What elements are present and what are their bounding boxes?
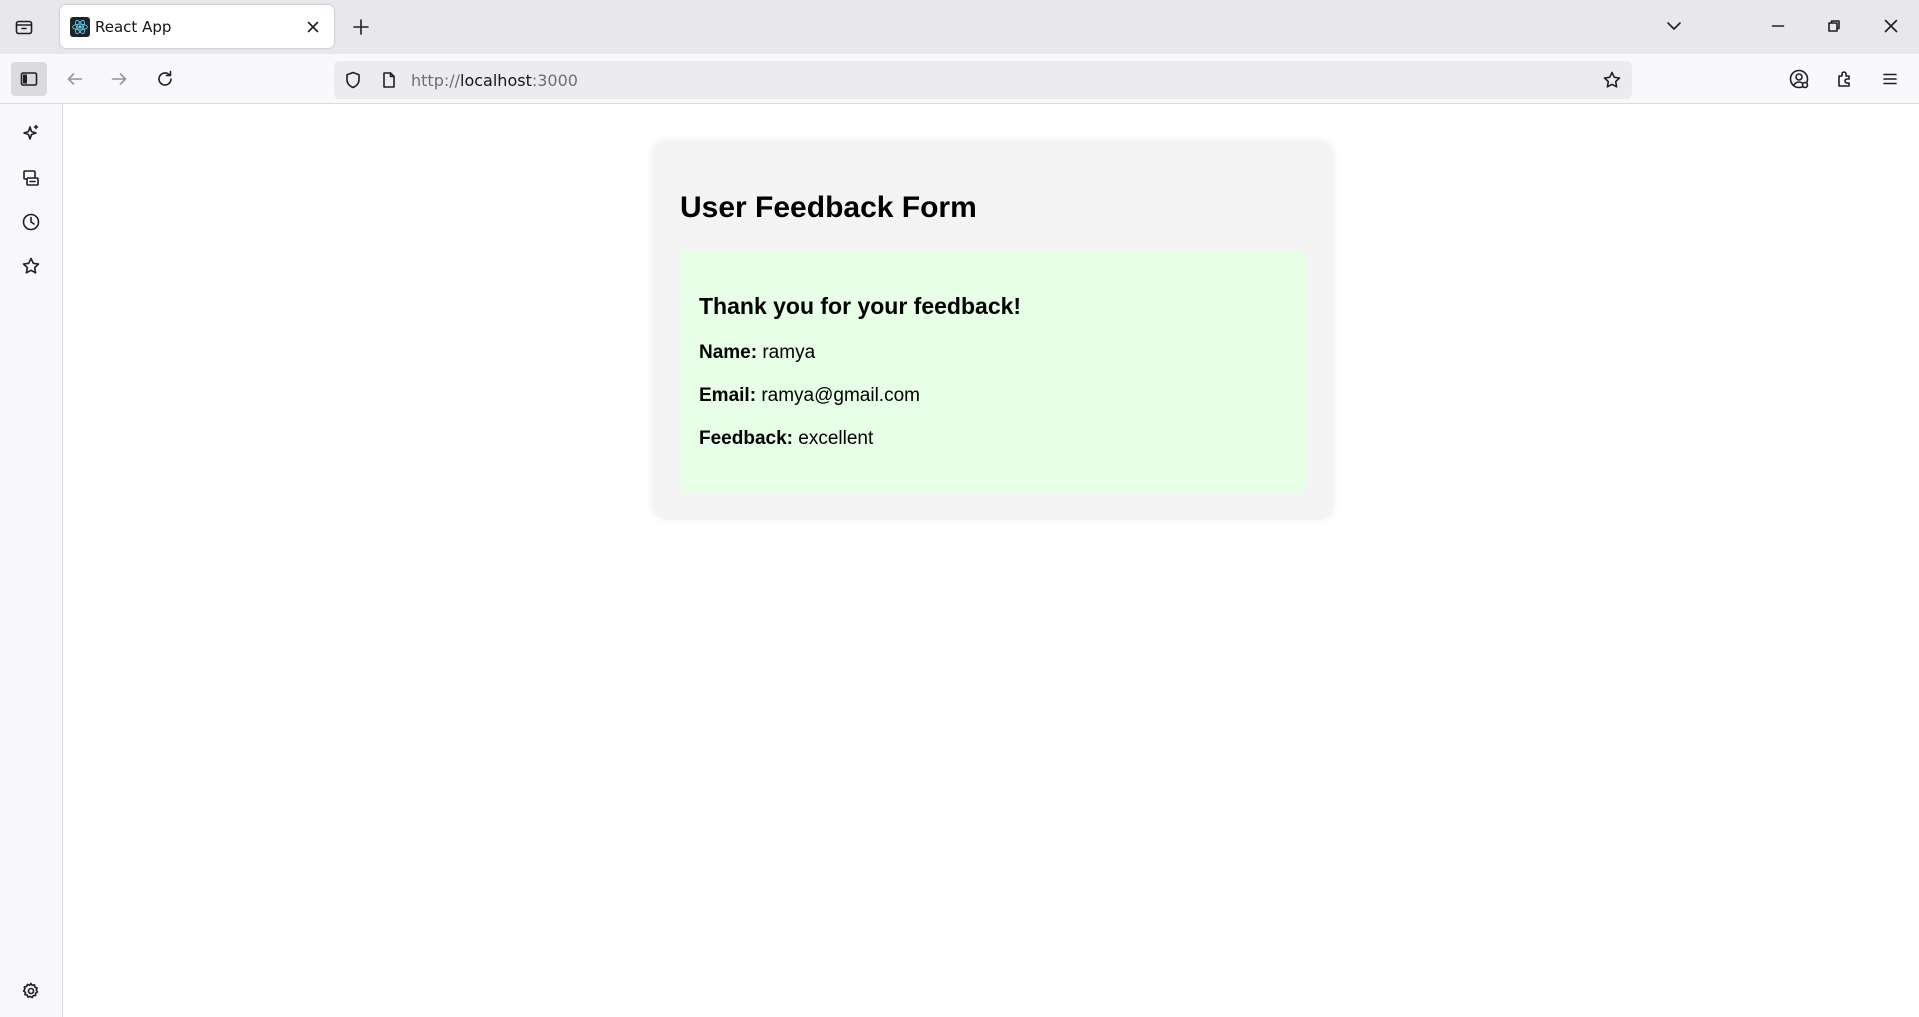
account-icon (1789, 69, 1809, 89)
url-port: :3000 (531, 71, 578, 90)
feedback-label: Feedback: (699, 428, 793, 449)
tracking-protection-button[interactable] (342, 69, 364, 91)
extensions-icon (1838, 71, 1850, 87)
star-icon (1603, 71, 1621, 88)
form-title: User Feedback Form (680, 191, 977, 224)
site-info-button[interactable] (378, 69, 400, 91)
bookmarks-star-icon (22, 257, 40, 274)
url-text[interactable]: http://localhost:3000 (411, 71, 578, 90)
restore-button[interactable] (1811, 8, 1857, 44)
application-menu-button[interactable] (1872, 62, 1908, 96)
tab-close-button[interactable] (302, 16, 324, 38)
thank-you-heading: Thank you for your feedback! (699, 293, 1022, 319)
sidebar-ai-chatbot-button[interactable] (16, 118, 46, 148)
minimize-button[interactable] (1755, 8, 1801, 44)
tab-list-icon (15, 20, 33, 35)
result-name-row: Name: ramya (699, 342, 815, 364)
feedback-card: User Feedback Form Thank you for your fe… (655, 143, 1331, 517)
history-icon (22, 213, 40, 231)
sidebar-bookmarks-button[interactable] (16, 251, 46, 281)
sidebar (0, 104, 63, 1017)
email-label: Email: (699, 385, 757, 406)
minimize-icon (1771, 25, 1785, 27)
close-icon (307, 21, 319, 33)
bookmark-page-button[interactable] (1600, 68, 1624, 92)
plus-icon (353, 19, 369, 35)
reload-icon (158, 70, 172, 86)
react-logo-icon (70, 17, 90, 37)
tab-list-button[interactable] (9, 13, 39, 41)
sidebar-synced-tabs-button[interactable] (16, 163, 46, 193)
feedback-value: excellent (798, 428, 874, 449)
email-value: ramya@gmail.com (761, 385, 920, 406)
extensions-button[interactable] (1827, 62, 1863, 96)
restore-icon (1828, 20, 1840, 32)
forward-button[interactable] (101, 62, 137, 96)
account-button[interactable] (1781, 62, 1817, 96)
sidebar-history-button[interactable] (16, 207, 46, 237)
settings-gear-icon (22, 982, 39, 999)
chevron-down-icon (1667, 22, 1681, 30)
sidebar-toggle-button[interactable] (11, 62, 47, 96)
reload-button[interactable] (147, 62, 183, 96)
tab-strip: React App (0, 0, 1919, 54)
forward-arrow-icon (111, 73, 127, 85)
navigation-toolbar: http://localhost:3000 (0, 54, 1919, 104)
window-close-button[interactable] (1868, 8, 1914, 44)
url-scheme: http:// (411, 71, 461, 90)
back-arrow-icon (67, 73, 83, 85)
new-tab-button[interactable] (346, 13, 376, 41)
tab-title: React App (95, 18, 172, 36)
submission-result: Thank you for your feedback! Name: ramya… (680, 251, 1306, 493)
result-email-row: Email: ramya@gmail.com (699, 385, 920, 407)
back-button[interactable] (57, 62, 93, 96)
url-host: localhost (460, 71, 532, 90)
shield-icon (346, 71, 360, 89)
sidebar-settings-button[interactable] (16, 976, 46, 1006)
url-bar[interactable]: http://localhost:3000 (334, 61, 1632, 99)
page-content: User Feedback Form Thank you for your fe… (63, 105, 1919, 1017)
name-value: ramya (762, 342, 816, 363)
sidebar-icon (20, 72, 38, 86)
menu-icon (1883, 73, 1897, 85)
page-icon (383, 72, 395, 88)
ai-sparkle-icon (23, 124, 39, 140)
result-feedback-row: Feedback: excellent (699, 428, 873, 450)
name-label: Name: (699, 342, 758, 363)
window-close-icon (1884, 19, 1898, 33)
list-all-tabs-button[interactable] (1659, 12, 1689, 40)
tab-react-app[interactable]: React App (60, 5, 334, 48)
synced-tabs-icon (23, 170, 39, 186)
